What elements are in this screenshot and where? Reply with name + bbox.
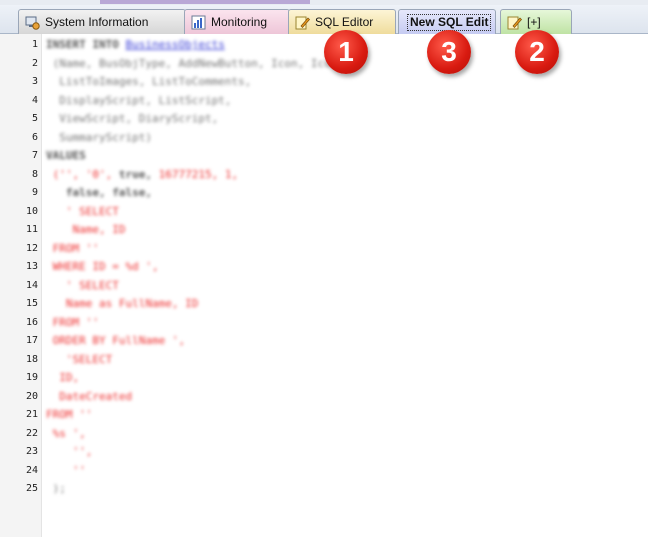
code-line: ('', '0', true, 16777215, 1, <box>46 166 606 185</box>
line-number: 22 <box>25 427 38 439</box>
line-number: 2 <box>31 57 38 69</box>
code-line: VALUES <box>46 147 606 166</box>
code-token: 'SELECT <box>46 352 113 366</box>
code-token: WHERE ID = %d ', <box>46 260 159 273</box>
line-number: 5 <box>31 113 38 124</box>
code-token: '', <box>46 445 93 458</box>
code-line: ); <box>46 480 606 499</box>
line-number: 25 <box>25 483 38 494</box>
code-token: DisplayScript, ListScript, <box>46 93 232 107</box>
callout-badge: 1 <box>324 30 368 74</box>
code-token: VALUES <box>46 149 86 162</box>
callout-badge: 2 <box>515 30 559 74</box>
code-token: ListToImages, ListToComments, <box>46 75 252 88</box>
tab-system-information[interactable]: System Information <box>18 9 186 34</box>
code-line: %s ', <box>46 425 606 444</box>
code-line: SummaryScript) <box>46 129 606 148</box>
code-line: ViewScript, DiaryScript, <box>46 110 606 129</box>
code-line: ' SELECT <box>46 203 606 222</box>
code-line: '', <box>46 443 606 462</box>
code-line: WHERE ID = %d ', <box>46 258 606 277</box>
code-token: FROM '' <box>46 315 99 329</box>
line-number: 18 <box>25 353 38 365</box>
code-token: Name, ID <box>46 223 126 236</box>
tab-label: [+] <box>527 15 541 29</box>
code-token: BusinessObjects <box>125 38 225 51</box>
line-number: 6 <box>31 131 38 143</box>
code-line: false, false, <box>46 184 606 203</box>
code-line: Name, ID <box>46 221 606 240</box>
line-number: 16 <box>25 316 38 328</box>
line-number: 19 <box>25 372 38 383</box>
code-token: SummaryScript) <box>46 130 152 144</box>
pencil-note-icon <box>295 16 310 30</box>
code-token: FROM '' <box>46 241 99 255</box>
code-token: ('', '0', <box>46 167 119 181</box>
line-number: 12 <box>25 242 38 254</box>
pencil-note-icon <box>507 16 522 30</box>
code-line: FROM '' <box>46 240 606 259</box>
tab-bar: System Information Monitoring SQL Editor… <box>0 5 648 34</box>
line-number: 11 <box>25 224 38 235</box>
bar-chart-icon <box>191 15 206 30</box>
code-token: ' SELECT <box>46 204 119 218</box>
code-token: Name as FullName, ID <box>46 297 199 310</box>
line-number: 23 <box>25 446 38 457</box>
line-number: 4 <box>31 94 38 106</box>
tab-label: Monitoring <box>211 15 268 29</box>
line-number: 21 <box>25 409 38 420</box>
code-line: ID, <box>46 369 606 388</box>
code-token: DateCreated <box>46 389 133 403</box>
top-accent-bar <box>100 0 310 4</box>
code-line: ListToImages, ListToComments, <box>46 73 606 92</box>
tab-monitoring[interactable]: Monitoring <box>184 9 290 34</box>
code-line: FROM '' <box>46 314 606 333</box>
tab-label: New SQL Edit <box>407 13 492 31</box>
code-token: %s ', <box>46 426 86 440</box>
computer-info-icon <box>25 16 40 30</box>
code-line: DateCreated <box>46 388 606 407</box>
code-token: '' <box>46 463 86 477</box>
code-line: Name as FullName, ID <box>46 295 606 314</box>
line-number: 9 <box>31 187 38 198</box>
code-text[interactable]: INSERT INTO BusinessObjects (Name, BusOb… <box>46 36 606 499</box>
line-number: 15 <box>25 298 38 309</box>
line-number: 10 <box>25 205 38 217</box>
code-line: FROM '' <box>46 406 606 425</box>
code-line: '' <box>46 462 606 481</box>
code-token: ORDER BY FullName ', <box>46 334 186 347</box>
code-line: 'SELECT <box>46 351 606 370</box>
code-token: ); <box>46 482 66 495</box>
line-number: 24 <box>25 464 38 476</box>
code-token: ViewScript, DiaryScript, <box>46 112 219 125</box>
code-token: INSERT INTO <box>46 38 126 51</box>
callout-badge: 3 <box>427 30 471 74</box>
line-number: 8 <box>31 168 38 180</box>
code-line: ' SELECT <box>46 277 606 296</box>
code-token: 16777215, 1, <box>158 167 239 181</box>
code-token: false, false, <box>46 186 152 199</box>
line-number: 14 <box>25 279 38 291</box>
code-token: ID, <box>46 371 80 384</box>
line-number: 13 <box>25 261 38 272</box>
code-line: ORDER BY FullName ', <box>46 332 606 351</box>
line-number: 20 <box>25 390 38 402</box>
code-token: FROM '' <box>46 408 93 421</box>
code-line: DisplayScript, ListScript, <box>46 92 606 111</box>
code-token: true, <box>118 167 159 181</box>
tab-label: SQL Editor <box>315 15 374 29</box>
line-number: 3 <box>31 76 38 87</box>
code-token: (Name, BusObjType, AddNewButton, Icon, I… <box>46 56 331 70</box>
tab-label: System Information <box>45 15 149 29</box>
line-number: 7 <box>31 150 38 161</box>
line-numbers: 1 2 3 4 5 6 7 8 9 10 11 12 13 14 15 16 17 18 19 20 21 22 23 24 2… <box>0 36 38 499</box>
line-number: 17 <box>25 335 38 346</box>
line-number: 1 <box>31 39 38 50</box>
code-token: ' SELECT <box>46 278 119 292</box>
